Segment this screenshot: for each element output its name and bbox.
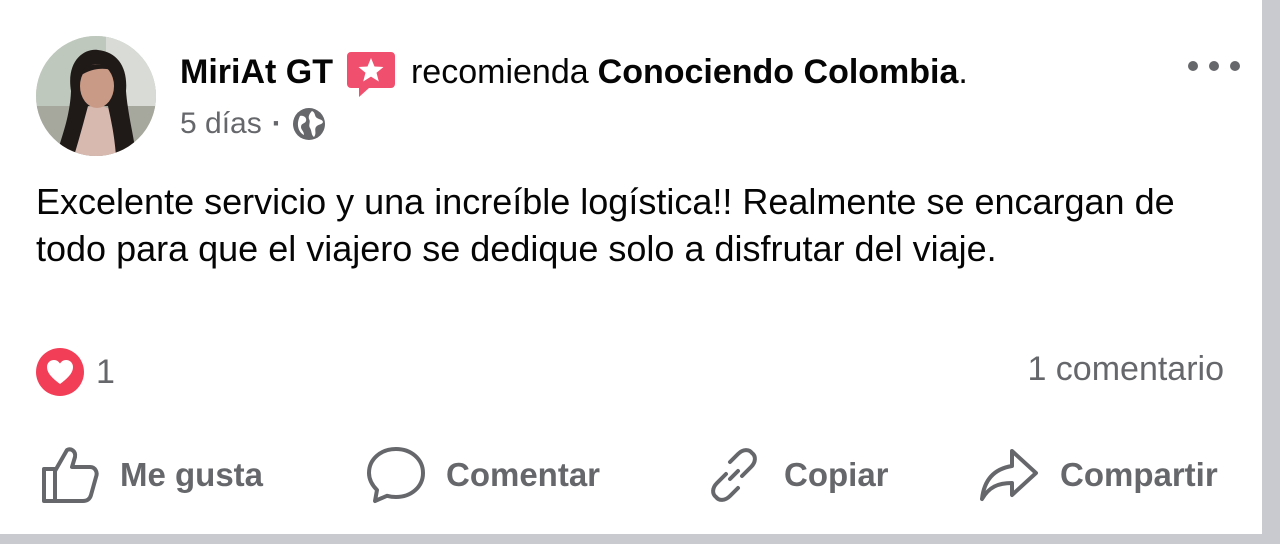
share-button[interactable]: Compartir <box>978 440 1218 510</box>
post-meta: 5 días · <box>180 104 326 144</box>
copy-label: Copiar <box>784 456 889 493</box>
thumbs-up-icon <box>42 447 99 503</box>
more-dot-icon <box>1188 61 1198 71</box>
star-speech-bubble-icon <box>345 50 397 98</box>
scroll-edge <box>1262 0 1280 544</box>
link-icon <box>711 448 757 502</box>
author-name[interactable]: MiriAt GT <box>180 53 333 92</box>
page-name[interactable]: Conociendo Colombia <box>598 53 959 92</box>
post-header: MiriAt GT recomienda Conociendo Colombia… <box>180 48 968 98</box>
post-time[interactable]: 5 días <box>180 107 262 141</box>
avatar[interactable] <box>36 36 156 156</box>
heart-reaction-icon <box>36 348 84 396</box>
card-divider <box>0 534 1280 544</box>
copy-button[interactable]: Copiar <box>704 440 889 510</box>
share-arrow-icon <box>980 449 1038 501</box>
comment-button[interactable]: Comentar <box>366 440 600 510</box>
share-label: Compartir <box>1060 456 1218 493</box>
comment-label: Comentar <box>446 456 601 493</box>
post-text: Excelente servicio y una increíble logís… <box>36 181 1175 269</box>
sentence-period: . <box>958 52 968 91</box>
meta-separator: · <box>271 107 282 140</box>
more-dot-icon <box>1209 61 1219 71</box>
more-options-button[interactable] <box>1188 52 1240 80</box>
comments-count[interactable]: 1 comentario <box>1027 350 1224 389</box>
reaction-summary[interactable]: 1 <box>36 346 115 398</box>
action-bar: Me gusta Comentar Copiar Compartir <box>0 440 1262 510</box>
like-label: Me gusta <box>120 456 264 493</box>
like-button[interactable]: Me gusta <box>40 440 263 510</box>
comment-bubble-icon <box>367 447 425 503</box>
more-dot-icon <box>1230 61 1240 71</box>
post-card: MiriAt GT recomienda Conociendo Colombia… <box>0 0 1262 534</box>
recommend-verb: recomienda <box>410 52 589 91</box>
globe-icon <box>292 108 325 140</box>
reaction-count: 1 <box>96 352 115 391</box>
